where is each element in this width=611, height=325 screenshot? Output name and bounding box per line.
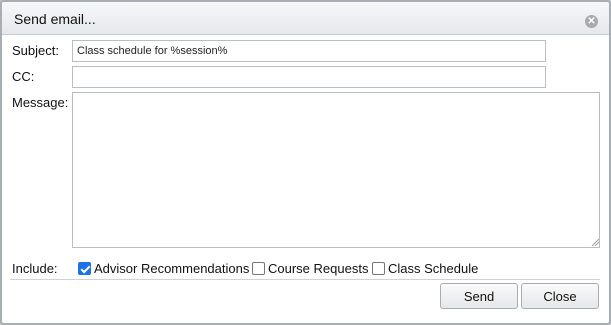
- message-textarea[interactable]: [72, 92, 600, 248]
- advisor-recommendations-checkbox[interactable]: [78, 262, 91, 275]
- cc-input[interactable]: [72, 66, 546, 88]
- subject-input[interactable]: [72, 40, 546, 62]
- cc-label: CC:: [12, 69, 35, 84]
- subject-label: Subject:: [12, 43, 59, 58]
- send-button[interactable]: Send: [440, 283, 518, 309]
- class-schedule-label: Class Schedule: [388, 261, 479, 276]
- option-course-requests[interactable]: Course Requests: [252, 261, 368, 276]
- send-email-dialog: Send email... ✕ Subject: CC: Message: In…: [0, 0, 611, 325]
- course-requests-checkbox[interactable]: [252, 262, 265, 275]
- close-button[interactable]: Close: [521, 283, 599, 309]
- close-icon[interactable]: ✕: [585, 15, 598, 28]
- resize-handle-icon[interactable]: [591, 238, 599, 246]
- message-label: Message:: [12, 95, 69, 110]
- dialog-title-bar: Send email... ✕: [2, 2, 609, 35]
- include-label: Include:: [12, 261, 58, 276]
- dialog-title: Send email...: [14, 11, 96, 27]
- option-advisor-recommendations[interactable]: Advisor Recommendations: [78, 261, 249, 276]
- course-requests-label: Course Requests: [268, 261, 369, 276]
- advisor-recommendations-label: Advisor Recommendations: [94, 261, 250, 276]
- class-schedule-checkbox[interactable]: [372, 262, 385, 275]
- footer-divider: [10, 279, 600, 280]
- option-class-schedule[interactable]: Class Schedule: [372, 261, 478, 276]
